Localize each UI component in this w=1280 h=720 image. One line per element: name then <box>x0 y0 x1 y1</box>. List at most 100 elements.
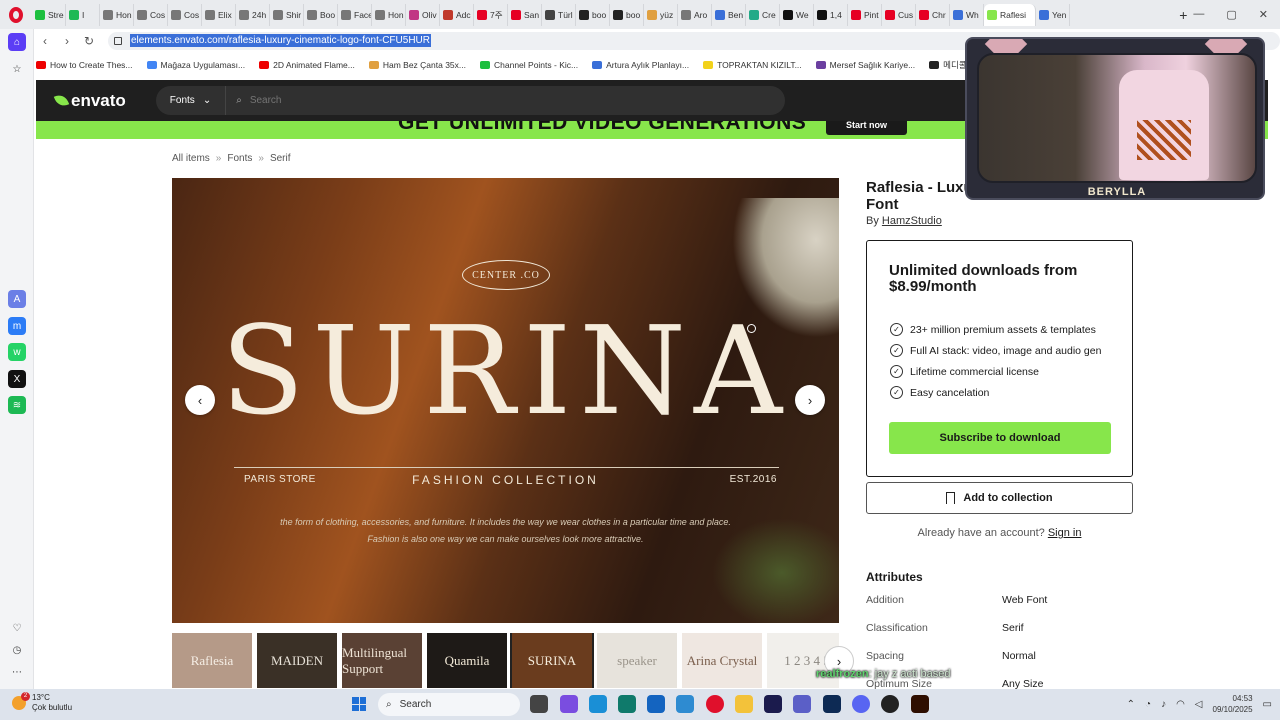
url-text[interactable]: elements.envato.com/raflesia-luxury-cine… <box>130 34 431 47</box>
weather-widget[interactable]: 2 13°C Çok bulutlu <box>12 692 72 713</box>
bookmark-item[interactable]: Mersef Sağlık Kariye... <box>815 60 915 70</box>
browser-tab[interactable]: Ben <box>712 3 746 26</box>
volume-icon[interactable]: ◁ <box>1195 699 1203 710</box>
browser-tab[interactable]: Boo <box>304 3 338 26</box>
browser-tab[interactable]: Shir <box>270 3 304 26</box>
discord-icon[interactable] <box>852 695 870 713</box>
browser-tab[interactable]: Chr <box>916 3 950 26</box>
teams-icon[interactable] <box>793 695 811 713</box>
desktop-app-icon[interactable] <box>676 695 694 713</box>
preview-thumbnail[interactable]: Arina Crystal <box>682 633 762 688</box>
more-icon[interactable]: ⋯ <box>8 663 26 681</box>
author-link[interactable]: HamzStudio <box>882 215 942 227</box>
close-window-icon[interactable]: ✕ <box>1259 8 1268 21</box>
home-icon[interactable]: ⌂ <box>8 33 26 51</box>
bookmark-item[interactable]: 2D Animated Flame... <box>259 60 355 70</box>
browser-tab[interactable]: I <box>66 3 100 26</box>
add-to-collection-button[interactable]: Add to collection <box>866 482 1133 514</box>
preview-thumbnail[interactable]: Quamila <box>427 633 507 688</box>
breadcrumb-fonts[interactable]: Fonts <box>227 153 252 164</box>
store-icon[interactable] <box>618 695 636 713</box>
task-view-icon[interactable] <box>530 695 548 713</box>
promo-button[interactable]: Start now <box>826 121 907 135</box>
preview-thumbnail[interactable]: MAIDEN <box>257 633 337 688</box>
forward-icon[interactable]: › <box>56 34 78 48</box>
browser-tab[interactable]: Aro <box>678 3 712 26</box>
browser-tab[interactable]: Elix <box>202 3 236 26</box>
windows-start-icon[interactable] <box>352 697 366 711</box>
browser-tab[interactable]: Oliv <box>406 3 440 26</box>
minimize-icon[interactable]: — <box>1193 8 1204 21</box>
browser-tab[interactable]: We <box>780 3 814 26</box>
subscribe-button[interactable]: Subscribe to download <box>889 422 1111 454</box>
bookmark-item[interactable]: Artura Aylık Planlayı... <box>592 60 689 70</box>
chevron-up-icon[interactable]: ⌃ <box>1127 699 1135 710</box>
bookmark-item[interactable]: Ham Bez Çanta 35x... <box>368 60 466 70</box>
envato-logo[interactable]: envato <box>53 91 126 111</box>
bookmark-item[interactable]: Mağaza Uygulaması... <box>146 60 245 70</box>
preview-thumbnail[interactable]: Multilingual Support <box>342 633 422 688</box>
bookmark-item[interactable]: TOPRAKTAN KIZILT... <box>703 60 802 70</box>
after-effects-icon[interactable] <box>764 695 782 713</box>
wifi-icon[interactable]: ◠ <box>1176 699 1185 710</box>
browser-tab[interactable]: Hon <box>372 3 406 26</box>
messenger-icon[interactable]: m <box>8 317 26 335</box>
aria-icon[interactable]: A <box>8 290 26 308</box>
opera-taskbar-icon[interactable] <box>706 695 724 713</box>
browser-tab[interactable]: Cos <box>134 3 168 26</box>
product-preview-image[interactable]: CENTER .CO SURINA PARIS STORE FASHION CO… <box>172 178 839 623</box>
browser-tab[interactable]: Face <box>338 3 372 26</box>
browser-tab[interactable]: yüz <box>644 3 678 26</box>
notifications-icon[interactable]: ▭ <box>1263 699 1272 710</box>
preview-thumbnail[interactable]: Raflesia <box>172 633 252 688</box>
breadcrumb-serif[interactable]: Serif <box>270 153 291 164</box>
illustrator-icon[interactable] <box>911 695 929 713</box>
browser-tab[interactable]: Türl <box>542 3 576 26</box>
reload-icon[interactable]: ↻ <box>78 34 100 48</box>
edge-icon[interactable] <box>589 695 607 713</box>
browser-tab[interactable]: Hon <box>100 3 134 26</box>
maximize-icon[interactable]: ▢ <box>1226 8 1236 21</box>
browser-tab[interactable]: Adc <box>440 3 474 26</box>
browser-tab[interactable]: 24h <box>236 3 270 26</box>
browser-tab[interactable]: boo <box>576 3 610 26</box>
copilot-icon[interactable] <box>560 695 578 713</box>
browser-tab[interactable]: Pint <box>848 3 882 26</box>
previous-image-button[interactable]: ‹ <box>185 385 215 415</box>
x-twitter-icon[interactable]: X <box>8 370 26 388</box>
clock[interactable]: 04:53 09/10/2025 <box>1213 693 1253 715</box>
network-icon[interactable]: ◔ <box>1145 699 1151 710</box>
search-input[interactable] <box>249 95 382 106</box>
browser-tab[interactable]: boo <box>610 3 644 26</box>
breadcrumb-all-items[interactable]: All items <box>172 153 210 164</box>
browser-tab[interactable]: San <box>508 3 542 26</box>
whatsapp-icon[interactable]: w <box>8 343 26 361</box>
browser-tab[interactable]: Raflesi <box>984 3 1036 26</box>
signin-link[interactable]: Sign in <box>1048 527 1082 539</box>
photoshop-icon[interactable] <box>823 695 841 713</box>
outlook-icon[interactable] <box>647 695 665 713</box>
history-icon[interactable]: ◷ <box>8 641 26 659</box>
new-tab-icon[interactable]: + <box>1173 7 1193 23</box>
browser-tab[interactable]: Cre <box>746 3 780 26</box>
preview-thumbnail[interactable]: speaker <box>597 633 677 688</box>
back-icon[interactable]: ‹ <box>34 34 56 48</box>
browser-tab[interactable]: Cos <box>168 3 202 26</box>
opera-logo-icon[interactable] <box>0 0 32 29</box>
next-image-button[interactable]: › <box>795 385 825 415</box>
bookmark-item[interactable]: How to Create Thes... <box>36 60 133 70</box>
spotify-icon[interactable]: ≋ <box>8 396 26 414</box>
heart-icon[interactable]: ♡ <box>8 619 26 637</box>
browser-tab[interactable]: Cus <box>882 3 916 26</box>
preview-thumbnail[interactable]: SURINA <box>510 633 594 688</box>
bookmark-item[interactable]: Channel Points - Kic... <box>480 60 578 70</box>
browser-tab[interactable]: Stre <box>32 3 66 26</box>
browser-tab[interactable]: Wh <box>950 3 984 26</box>
category-dropdown[interactable]: Fonts ⌄ <box>155 86 226 115</box>
taskbar-search[interactable]: ⌕ Search <box>378 693 520 716</box>
browser-tab[interactable]: Yen <box>1036 3 1070 26</box>
obs-icon[interactable] <box>881 695 899 713</box>
browser-tab[interactable]: 7주 <box>474 3 508 26</box>
file-explorer-icon[interactable] <box>735 695 753 713</box>
microphone-icon[interactable]: ♪ <box>1161 699 1166 710</box>
